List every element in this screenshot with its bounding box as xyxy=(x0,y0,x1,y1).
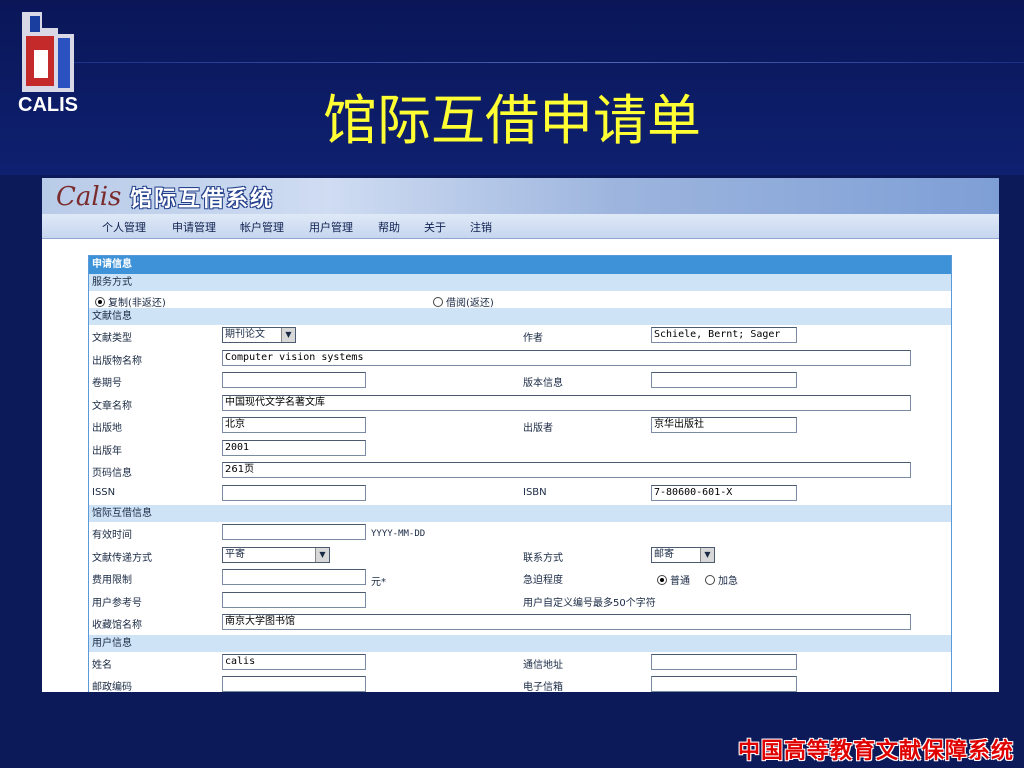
menu-help[interactable]: 帮助 xyxy=(378,219,400,235)
radio-normal[interactable]: 普通 xyxy=(657,572,690,587)
app-title: 馆际互借系统 xyxy=(130,187,275,212)
delivery-select[interactable]: 平寄 ▼ xyxy=(222,546,330,563)
urgency-label: 急迫程度 xyxy=(523,575,563,586)
radio-dot-icon xyxy=(433,297,443,307)
place-label: 出版地 xyxy=(92,423,122,434)
article-input[interactable]: 中国现代文学名著文库 xyxy=(222,394,911,411)
menu-about[interactable]: 关于 xyxy=(424,219,446,235)
email-label: 电子信箱 xyxy=(523,682,563,692)
form-row: 有效时间 YYYY-MM-DD xyxy=(89,522,951,545)
menu-bar: 个人管理 申请管理 帐户管理 用户管理 帮助 关于 注销 xyxy=(42,214,999,239)
app-banner: Calis 馆际互借系统 xyxy=(42,178,999,214)
form-row: 用户参考号 用户自定义编号最多50个字符 xyxy=(89,590,951,613)
section-ill: 馆际互借信息 xyxy=(89,505,951,522)
isbn-label: ISBN xyxy=(523,486,547,498)
form-row: 姓名 calis 通信地址 xyxy=(89,652,951,675)
form-row: 文献传递方式 平寄 ▼ 联系方式 邮寄 ▼ xyxy=(89,545,951,568)
form-row: 卷期号 版本信息 xyxy=(89,370,951,393)
valid-label: 有效时间 xyxy=(92,530,132,541)
menu-logout[interactable]: 注销 xyxy=(470,219,492,235)
date-format-hint: YYYY-MM-DD xyxy=(371,529,426,539)
article-label: 文章名称 xyxy=(92,400,132,412)
ref-hint: 用户自定义编号最多50个字符 xyxy=(523,597,656,609)
footer-text: 中国高等教育文献保障系统 xyxy=(737,739,1014,764)
fee-input[interactable] xyxy=(222,569,366,585)
author-input[interactable]: Schiele, Bernt; Sager xyxy=(651,327,797,343)
zip-input[interactable] xyxy=(222,676,366,692)
pages-label: 页码信息 xyxy=(92,468,132,479)
issn-label: ISSN xyxy=(92,486,116,498)
address-input[interactable] xyxy=(651,653,797,670)
radio-dot-icon xyxy=(705,575,715,585)
section-document: 文献信息 xyxy=(89,308,951,325)
edition-input[interactable] xyxy=(651,372,797,388)
menu-accounts[interactable]: 帐户管理 xyxy=(240,219,284,235)
form-row: 文献类型 期刊论文 ▼ 作者 Schiele, Bernt; Sager xyxy=(89,325,951,348)
doc-type-select[interactable]: 期刊论文 ▼ xyxy=(222,327,296,343)
year-label: 出版年 xyxy=(92,445,122,457)
request-form: 申请信息 服务方式 复制(非返还) 借阅(返还) 文献信息 文献类型 期刊论文 ▼… xyxy=(88,255,952,692)
pub-name-input[interactable]: Computer vision systems xyxy=(222,349,911,366)
radio-loan[interactable]: 借阅(返还) xyxy=(433,294,494,309)
form-row: 出版年 2001 xyxy=(89,438,951,461)
publisher-label: 出版者 xyxy=(523,423,553,434)
delivery-label: 文献传递方式 xyxy=(92,552,152,564)
volume-input[interactable] xyxy=(222,372,366,388)
zip-label: 邮政编码 xyxy=(92,682,132,692)
volume-label: 卷期号 xyxy=(92,378,122,389)
menu-users[interactable]: 用户管理 xyxy=(309,219,353,235)
form-row: 费用限制 元* 急迫程度 普通 加急 xyxy=(89,567,951,590)
dropdown-arrow-icon: ▼ xyxy=(281,328,295,342)
form-row: 出版地 北京 出版者 京华出版社 xyxy=(89,415,951,438)
fee-label: 费用限制 xyxy=(92,575,132,586)
radio-dot-icon xyxy=(657,575,667,585)
year-input[interactable]: 2001 xyxy=(222,439,366,456)
form-header: 申请信息 xyxy=(89,256,951,274)
name-input[interactable]: calis xyxy=(222,653,366,670)
isbn-input[interactable]: 7-80600-601-X xyxy=(651,484,797,501)
section-user: 用户信息 xyxy=(89,634,951,652)
library-input[interactable]: 南京大学图书馆 xyxy=(222,614,911,630)
ref-input[interactable] xyxy=(222,591,366,608)
menu-personal[interactable]: 个人管理 xyxy=(102,219,146,235)
fee-unit: 元* xyxy=(371,577,386,588)
menu-requests[interactable]: 申请管理 xyxy=(172,219,216,235)
name-label: 姓名 xyxy=(92,659,112,671)
address-label: 通信地址 xyxy=(523,659,563,671)
radio-copy[interactable]: 复制(非返还) xyxy=(95,294,166,309)
place-input[interactable]: 北京 xyxy=(222,417,366,433)
radio-rush[interactable]: 加急 xyxy=(705,572,738,587)
issn-input[interactable] xyxy=(222,484,366,501)
section-service: 服务方式 xyxy=(89,274,951,291)
form-row: 文章名称 中国现代文学名著文库 xyxy=(89,393,951,416)
form-row: 出版物名称 Computer vision systems xyxy=(89,348,951,371)
ref-label: 用户参考号 xyxy=(92,597,142,609)
form-row: 页码信息 261页 xyxy=(89,460,951,483)
app-screenshot: Calis 馆际互借系统 个人管理 申请管理 帐户管理 用户管理 帮助 关于 注… xyxy=(42,178,999,692)
contact-select[interactable]: 邮寄 ▼ xyxy=(651,546,715,563)
slide-title: 馆际互借申请单 xyxy=(323,89,701,152)
doc-type-label: 文献类型 xyxy=(92,333,132,344)
app-logo: Calis xyxy=(56,182,122,212)
pub-name-label: 出版物名称 xyxy=(92,355,142,367)
pages-input[interactable]: 261页 xyxy=(222,462,911,478)
service-row: 复制(非返还) 借阅(返还) xyxy=(89,291,951,309)
form-row: ISSN ISBN 7-80600-601-X xyxy=(89,483,951,506)
email-input[interactable] xyxy=(651,676,797,692)
publisher-input[interactable]: 京华出版社 xyxy=(651,417,797,433)
contact-label: 联系方式 xyxy=(523,552,563,564)
valid-input[interactable] xyxy=(222,524,366,540)
library-label: 收藏馆名称 xyxy=(92,620,142,631)
dropdown-arrow-icon: ▼ xyxy=(315,547,329,562)
edition-label: 版本信息 xyxy=(523,378,563,389)
form-row: 邮政编码 电子信箱 xyxy=(89,674,951,692)
dropdown-arrow-icon: ▼ xyxy=(700,547,714,562)
form-row: 收藏馆名称 南京大学图书馆 xyxy=(89,612,951,635)
radio-dot-icon xyxy=(95,297,105,307)
author-label: 作者 xyxy=(523,333,543,344)
decorative-line xyxy=(40,62,1024,63)
